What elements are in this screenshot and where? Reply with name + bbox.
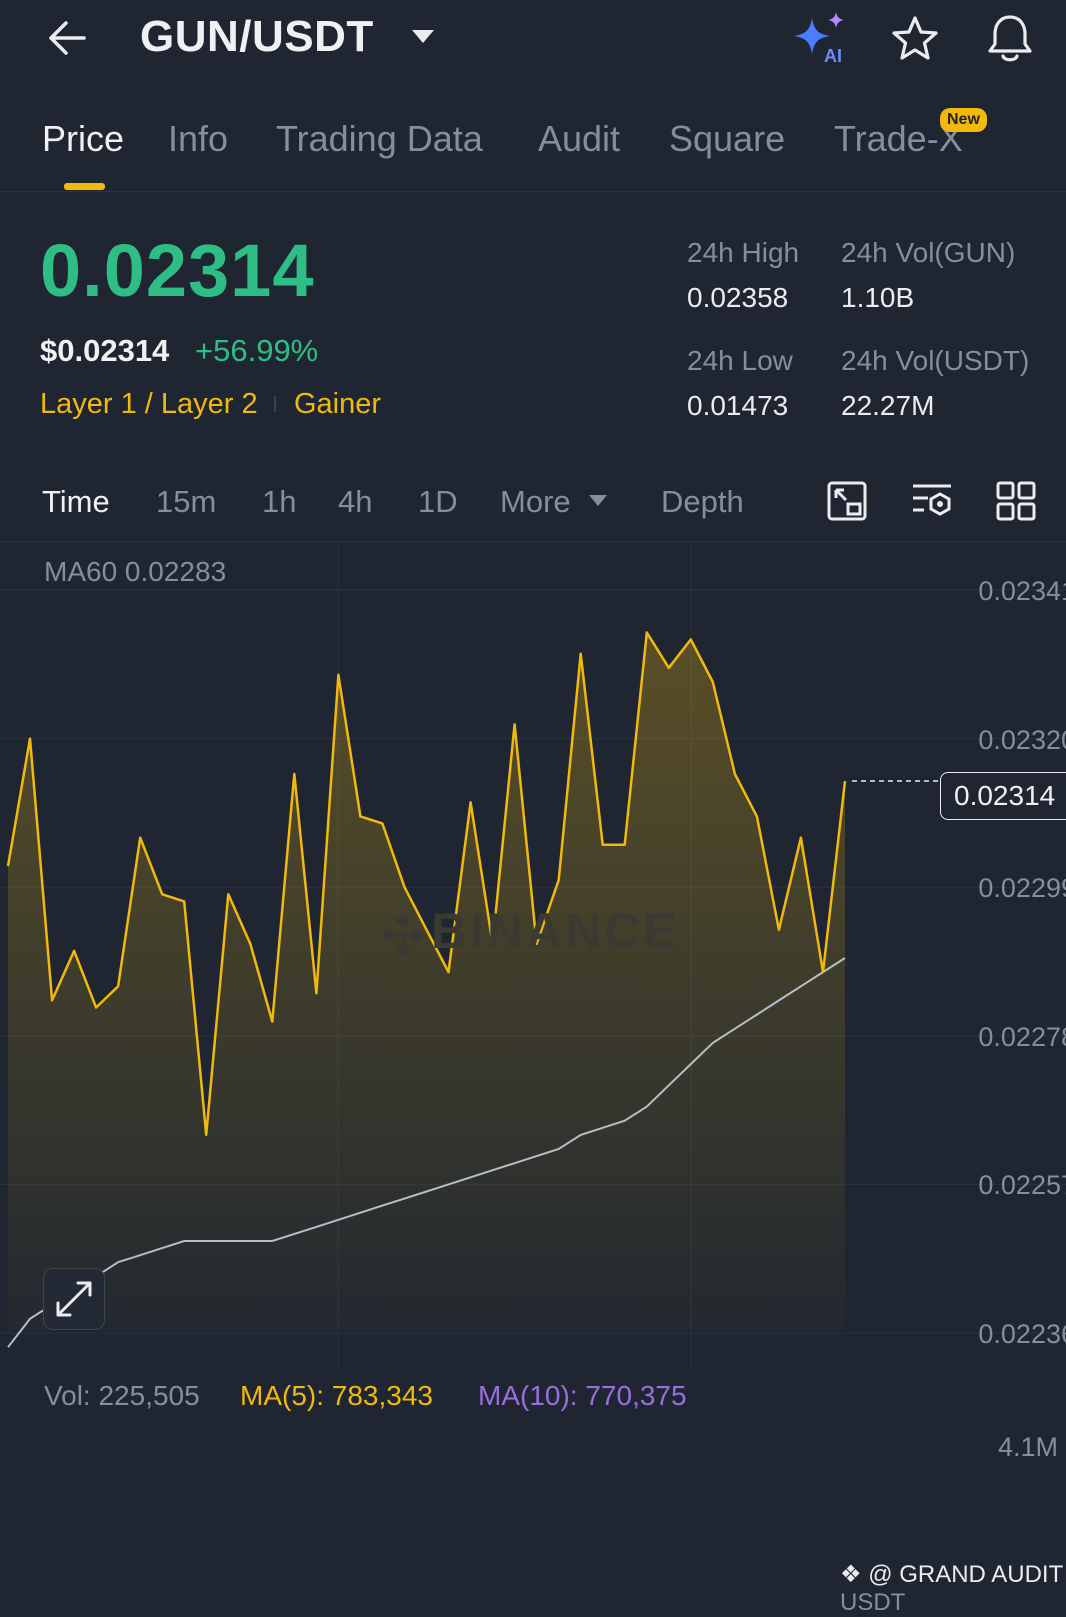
active-tab-indicator bbox=[64, 183, 105, 190]
current-price-label: 0.02314 bbox=[954, 780, 1056, 811]
new-badge: New bbox=[940, 108, 987, 132]
last-price: 0.02314 bbox=[40, 229, 315, 312]
watermark-text: BINANCE bbox=[431, 903, 680, 959]
volume-ma5-label: MA(5): 783,343 bbox=[240, 1380, 433, 1411]
screenshot-icon[interactable] bbox=[826, 480, 868, 527]
tab-trading-data[interactable]: Trading Data bbox=[276, 118, 483, 160]
divider bbox=[0, 191, 1066, 192]
interval-more[interactable]: More bbox=[500, 484, 571, 520]
grand-audit-watermark: ❖ @ GRAND AUDIT USDT bbox=[840, 1560, 1066, 1617]
stat-24h-vol-usdt-label: 24h Vol(USDT) bbox=[841, 345, 1030, 376]
audit-icon: ❖ bbox=[840, 1561, 862, 1588]
stat-24h-vol-gun-label: 24h Vol(GUN) bbox=[841, 237, 1016, 268]
axis-unit: USDT bbox=[840, 1589, 906, 1616]
audit-text: @ GRAND AUDIT bbox=[868, 1561, 1063, 1588]
tab-price[interactable]: Price bbox=[42, 118, 124, 160]
y-axis-tick: 0.02257 bbox=[978, 1170, 1066, 1201]
grid-icon[interactable] bbox=[995, 480, 1037, 527]
tab-bar: Price Info Trading Data Audit Square Tra… bbox=[0, 110, 1066, 190]
tag-gainer[interactable]: Gainer bbox=[294, 388, 381, 421]
interval-time[interactable]: Time bbox=[42, 484, 110, 520]
stat-24h-vol-gun-value: 1.10B bbox=[841, 282, 915, 313]
interval-depth[interactable]: Depth bbox=[661, 484, 744, 520]
stat-24h-low-value: 0.01473 bbox=[687, 390, 789, 421]
star-icon[interactable] bbox=[890, 14, 940, 69]
chevron-down-icon[interactable] bbox=[588, 494, 608, 513]
y-axis-tick: 0.02236 bbox=[978, 1319, 1066, 1349]
stat-24h-low-label: 24h Low bbox=[687, 345, 793, 376]
stat-24h-vol-usdt-value: 22.27M bbox=[841, 390, 935, 421]
binance-logo-icon: BINANCE bbox=[375, 902, 680, 963]
interval-4h[interactable]: 4h bbox=[338, 484, 372, 520]
expand-icon bbox=[56, 1281, 92, 1317]
pair-title[interactable]: GUN/USDT bbox=[140, 12, 374, 62]
y-axis-tick: 0.02278 bbox=[978, 1021, 1066, 1052]
volume-label: Vol: 225,505 bbox=[44, 1380, 200, 1411]
y-axis-tick: 0.02320 bbox=[978, 724, 1066, 755]
expand-button[interactable] bbox=[43, 1268, 105, 1330]
stat-24h-high-value: 0.02358 bbox=[687, 282, 789, 313]
interval-15m[interactable]: 15m bbox=[156, 484, 216, 520]
tab-square[interactable]: Square bbox=[669, 118, 785, 160]
y-axis-tick: 0.02341 bbox=[978, 576, 1066, 606]
stat-24h-high-label: 24h High bbox=[687, 237, 800, 268]
price-area bbox=[8, 632, 845, 1330]
interval-1h[interactable]: 1h bbox=[262, 484, 296, 520]
bell-icon[interactable] bbox=[985, 12, 1035, 69]
price-change: +56.99% bbox=[195, 333, 319, 368]
ai-sparkle-icon[interactable]: AI bbox=[792, 10, 852, 71]
ma60-label: MA60 0.02283 bbox=[44, 556, 227, 587]
svg-text:AI: AI bbox=[824, 46, 842, 66]
chevron-down-icon[interactable] bbox=[410, 28, 436, 51]
tab-audit[interactable]: Audit bbox=[538, 118, 620, 160]
tab-info[interactable]: Info bbox=[168, 118, 228, 160]
usd-price: $0.02314 bbox=[40, 333, 170, 368]
back-arrow-icon[interactable] bbox=[44, 14, 92, 62]
tag-separator bbox=[274, 396, 276, 412]
volume-max-label: 4.1M bbox=[998, 1432, 1059, 1462]
y-axis-tick: 0.02299 bbox=[978, 873, 1066, 904]
interval-1d[interactable]: 1D bbox=[418, 484, 458, 520]
tag-layer[interactable]: Layer 1 / Layer 2 bbox=[40, 388, 258, 421]
chart-settings-icon[interactable] bbox=[910, 480, 954, 527]
volume-ma10-label: MA(10): 770,375 bbox=[478, 1380, 687, 1411]
